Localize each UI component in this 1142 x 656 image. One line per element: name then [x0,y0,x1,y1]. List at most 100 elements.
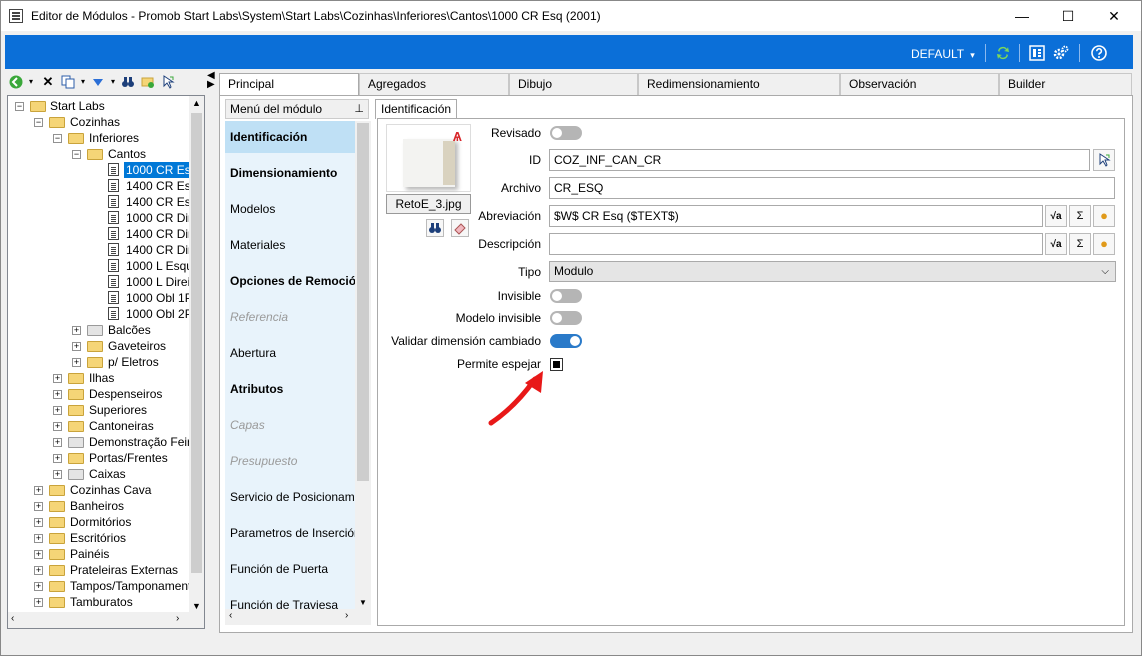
menu-item-referencia[interactable]: Referencia [225,301,355,333]
menu-item-atributos[interactable]: Atributos [225,373,355,405]
help-icon[interactable] [1091,45,1107,61]
refresh-icon[interactable] [995,45,1011,61]
scrollbar-thumb[interactable] [191,113,202,573]
archivo-field[interactable]: CR_ESQ [549,177,1115,199]
profile-dropdown[interactable]: DEFAULT ▾ [911,47,975,61]
tree-item-label: 1400 CR Esq [126,179,198,193]
scrollbar-thumb[interactable] [357,123,369,481]
add-icon[interactable] [9,75,23,89]
menu-item-dimensionamiento[interactable]: Dimensionamiento [225,157,355,189]
formula-button[interactable]: √a [1045,233,1067,255]
panel-layout-icon[interactable] [1029,45,1045,61]
tab-redimensionamiento[interactable]: Redimensionamiento [638,73,840,95]
expand-icon[interactable]: + [34,566,43,575]
comment-button[interactable]: ● [1093,233,1115,255]
comment-button[interactable]: ● [1093,205,1115,227]
tree-horizontal-scrollbar[interactable]: ‹ › [8,612,204,628]
expand-icon[interactable]: + [34,582,43,591]
menu-item-capas[interactable]: Capas [225,409,355,441]
binoculars-icon[interactable] [426,219,444,237]
expand-icon[interactable]: + [53,390,62,399]
tree-vertical-scrollbar[interactable]: ▲ ▼ [189,96,204,613]
pin-icon[interactable]: ⊥ [354,100,364,118]
sum-button[interactable]: Σ [1069,205,1091,227]
tab-builder[interactable]: Builder [999,73,1132,95]
promob-logo-icon: Ѧ [453,129,462,144]
descripcion-label: Descripción [478,237,541,251]
delete-icon[interactable]: ✕ [41,75,55,89]
formula-button[interactable]: √a [1045,205,1067,227]
scroll-right-icon[interactable]: › [176,613,179,624]
menu-horizontal-scrollbar[interactable]: ‹ › [225,609,371,625]
tab-dibujo[interactable]: Dibujo [509,73,638,95]
collapse-icon[interactable]: − [53,134,62,143]
menu-item-materiales[interactable]: Materiales [225,229,355,261]
scroll-down-icon[interactable]: ▼ [359,598,367,607]
revisado-toggle[interactable] [550,126,582,140]
dropdown-arrow-icon[interactable]: ▾ [76,75,90,89]
expand-icon[interactable]: + [34,550,43,559]
speech-bubble-icon: ● [1100,236,1108,251]
menu-item-parametros-insercion[interactable]: Parametros de Inserción [225,517,355,549]
validar-toggle[interactable] [550,334,582,348]
expand-icon[interactable]: + [72,342,81,351]
chevron-right-icon[interactable]: ▶ [207,80,219,90]
maximize-button[interactable]: ☐ [1045,1,1091,31]
tab-principal[interactable]: Principal [219,73,359,96]
minimize-button[interactable]: — [999,1,1045,31]
module-thumbnail[interactable]: Ѧ [386,124,471,192]
expand-icon[interactable]: + [34,486,43,495]
scroll-left-icon[interactable]: ‹ [11,613,14,624]
abreviacion-field[interactable]: $W$ CR Esq ($TEXT$) [549,205,1043,227]
dropdown-arrow-icon[interactable]: ▾ [106,75,120,89]
expand-icon[interactable]: + [53,470,62,479]
module-tree[interactable]: − Start Labs − Cozinhas − Inferiores − C… [7,95,205,629]
collapse-icon[interactable]: − [15,102,24,111]
menu-item-abertura[interactable]: Abertura [225,337,355,369]
scroll-right-icon[interactable]: › [345,610,348,621]
modelo-invisible-toggle[interactable] [550,311,582,325]
sum-button[interactable]: Σ [1069,233,1091,255]
menu-vertical-scrollbar[interactable]: ▼ [355,121,371,609]
tipo-select[interactable]: Modulo ⌵ [549,261,1116,282]
menu-item-funcion-puerta[interactable]: Función de Puerta [225,553,355,585]
expand-icon[interactable]: + [53,374,62,383]
expand-icon[interactable]: + [34,518,43,527]
scroll-down-icon[interactable]: ▼ [192,601,201,611]
expand-icon[interactable]: + [53,406,62,415]
expand-icon[interactable]: + [34,502,43,511]
settings-icon[interactable] [1053,45,1069,61]
expand-icon[interactable]: + [34,598,43,607]
collapse-icon[interactable]: − [72,150,81,159]
menu-item-identificacion[interactable]: Identificación [225,121,355,153]
menu-item-presupuesto[interactable]: Presupuesto [225,445,355,477]
tab-observacion[interactable]: Observación [840,73,999,95]
cursor-select-icon[interactable] [161,75,175,89]
tab-agregados[interactable]: Agregados [359,73,509,95]
binoculars-icon[interactable] [121,75,135,89]
menu-item-servicio-posicionamiento[interactable]: Servicio de Posicionamiento [225,481,355,513]
scroll-up-icon[interactable]: ▲ [192,98,201,108]
expand-icon[interactable]: + [34,534,43,543]
expand-icon[interactable]: + [72,358,81,367]
move-down-icon[interactable] [91,75,105,89]
scroll-left-icon[interactable]: ‹ [229,610,232,621]
menu-item-opciones-remocion[interactable]: Opciones de Remoción [225,265,355,297]
eraser-icon[interactable] [451,219,469,237]
descripcion-field[interactable] [549,233,1043,255]
collapse-icon[interactable]: − [34,118,43,127]
folder-refresh-icon[interactable] [141,75,155,89]
subtab-identificacion[interactable]: Identificación [375,99,458,119]
pick-id-button[interactable] [1093,149,1115,171]
dropdown-arrow-icon[interactable]: ▾ [24,75,38,89]
invisible-toggle[interactable] [550,289,582,303]
expand-icon[interactable]: + [53,454,62,463]
id-field[interactable]: COZ_INF_CAN_CR [549,149,1090,171]
close-button[interactable]: ✕ [1091,1,1137,31]
panel-splitter[interactable]: ◀ ▶ [207,71,219,91]
menu-item-modelos[interactable]: Modelos [225,193,355,225]
expand-icon[interactable]: + [72,326,81,335]
expand-icon[interactable]: + [53,422,62,431]
expand-icon[interactable]: + [53,438,62,447]
copy-icon[interactable] [61,75,75,89]
